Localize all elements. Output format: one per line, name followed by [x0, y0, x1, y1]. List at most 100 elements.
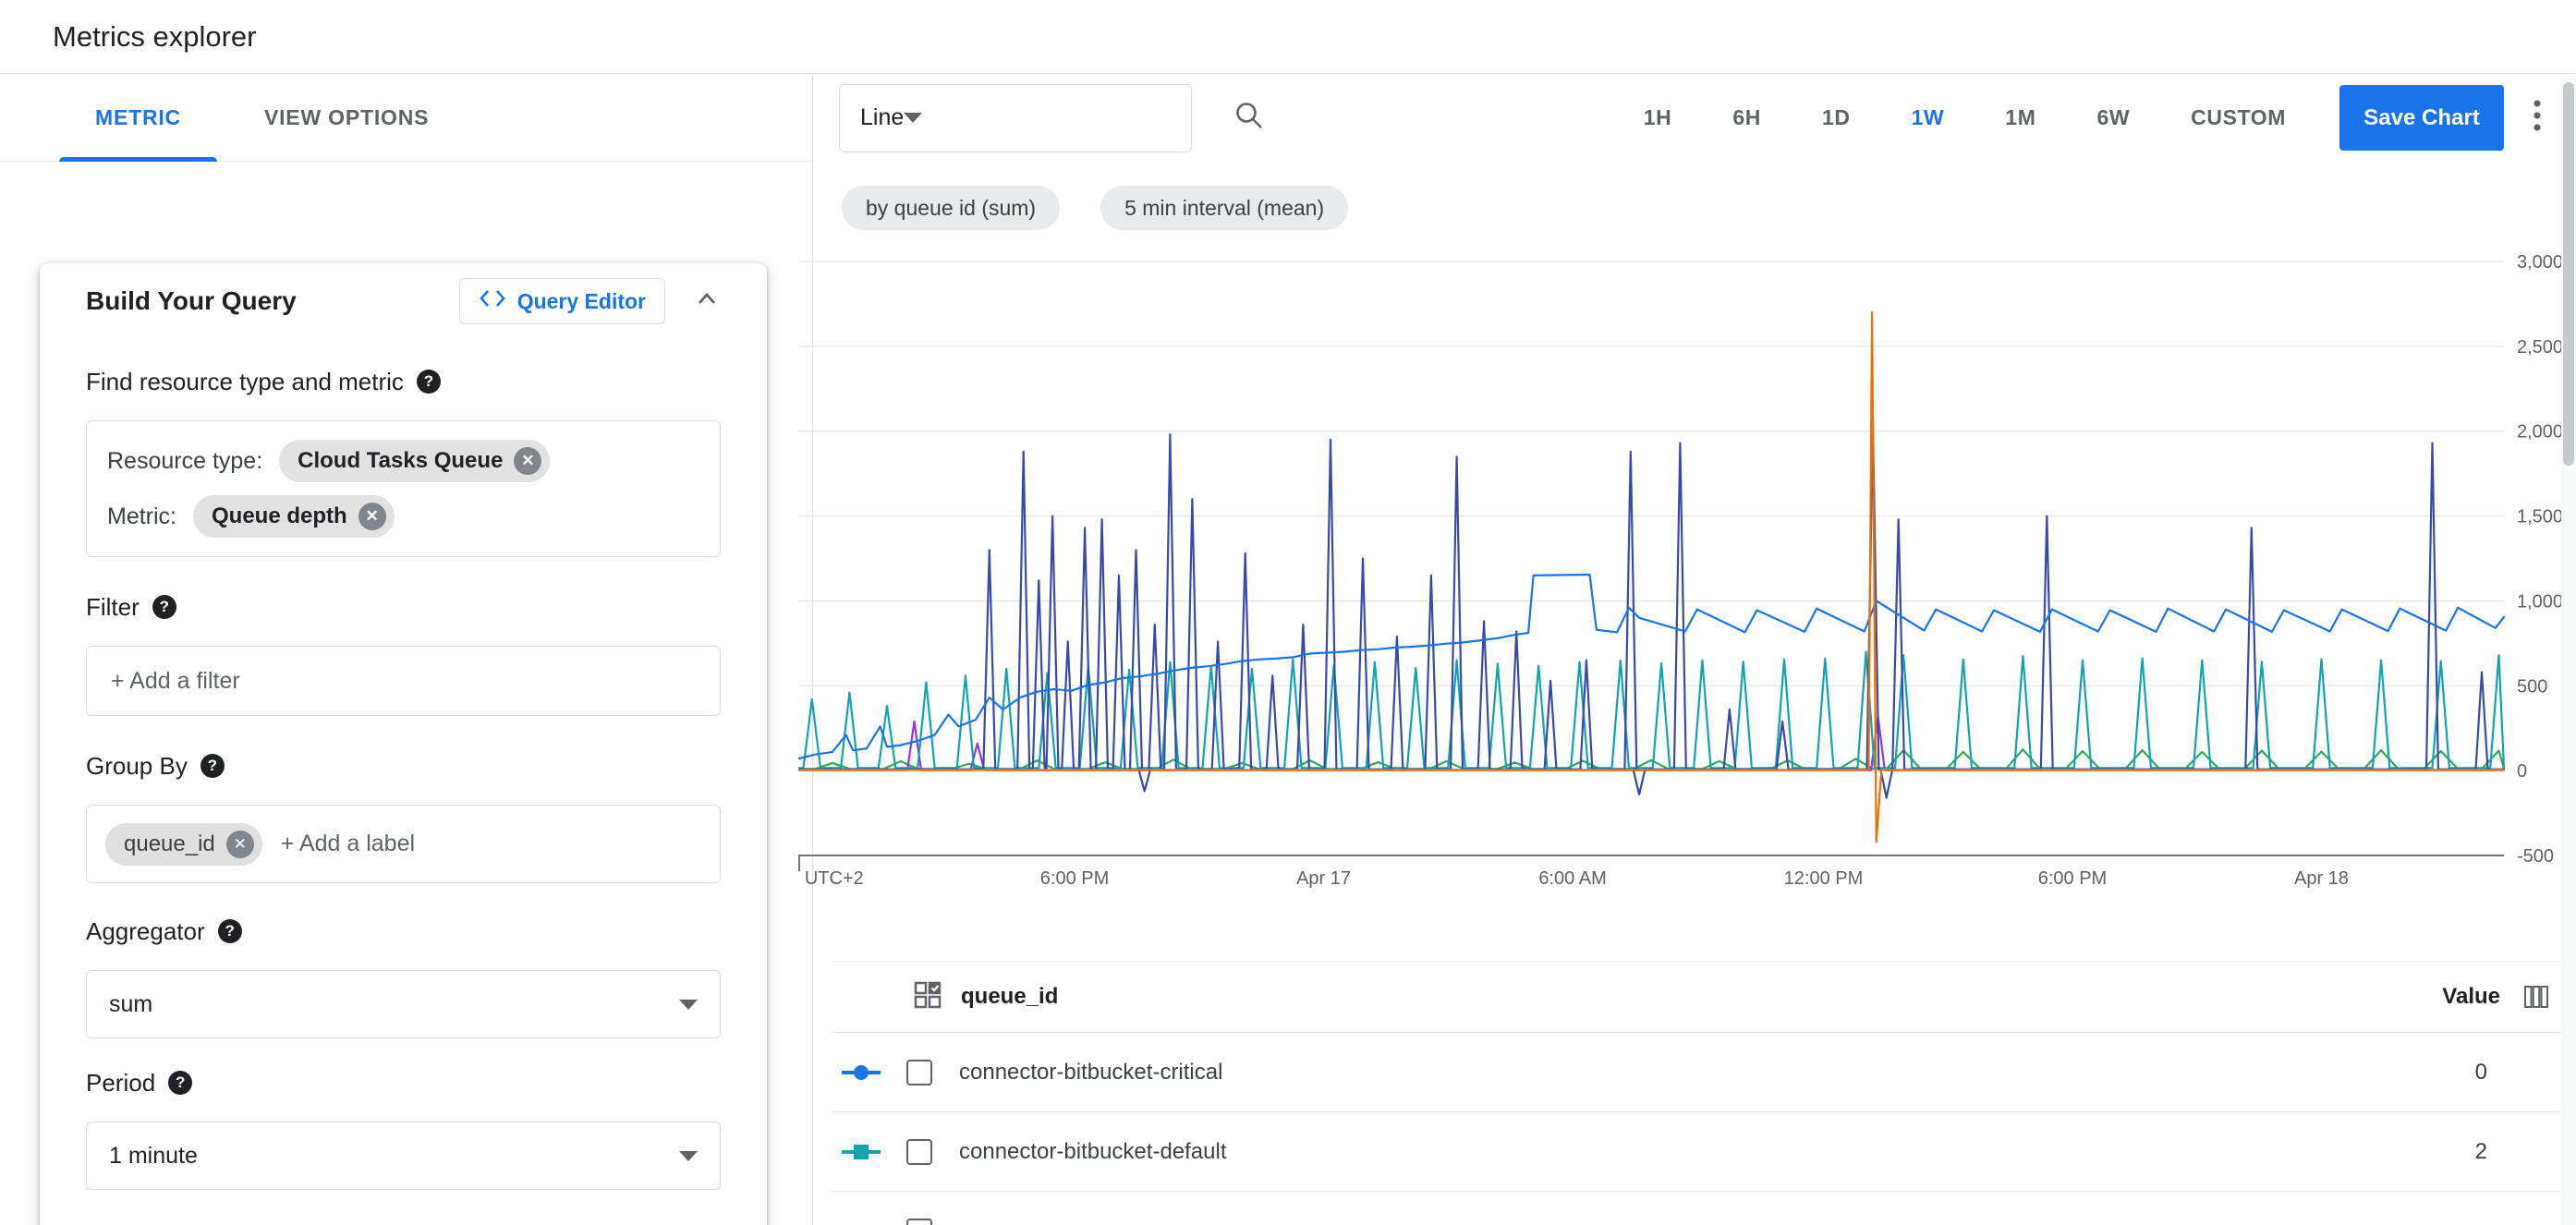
resource-metric-box[interactable]: Resource type: Cloud Tasks Queue ✕ Metri…: [86, 420, 721, 557]
help-icon[interactable]: ?: [152, 595, 176, 619]
search-icon: [1233, 99, 1266, 137]
group-by-chip[interactable]: queue_id ✕: [105, 823, 262, 866]
y-axis-tick-label: 2,500: [2517, 337, 2563, 358]
dropdown-arrow-icon: [679, 1151, 698, 1161]
period-value: 1 minute: [109, 1143, 198, 1170]
legend-name-header: queue_id: [961, 984, 1058, 1010]
tab-view-options[interactable]: VIEW OPTIONS: [223, 75, 470, 161]
x-axis-tick-label: 12:00 PM: [1784, 868, 1864, 889]
range-button-1d[interactable]: 1D: [1800, 86, 1873, 151]
collapse-card-button[interactable]: [693, 285, 721, 318]
series-checkbox[interactable]: [906, 1219, 932, 1225]
card-title: Build Your Query: [86, 286, 297, 316]
x-axis-tick-label: Apr 17: [1296, 868, 1351, 889]
chart-canvas: 3,0002,5002,0001,5001,0005000-500UTC+26:…: [798, 236, 2576, 910]
find-resource-label: Find resource type and metric: [86, 368, 404, 396]
group-by-label: Group By: [86, 752, 188, 781]
series-label: connector-bitbucket-default: [959, 1139, 1227, 1165]
y-axis-tick-label: 0: [2517, 761, 2527, 782]
column-settings-button[interactable]: [2522, 983, 2550, 1011]
period-label: Period: [86, 1069, 155, 1098]
aggregation-chip-0[interactable]: by queue id (sum): [842, 186, 1060, 230]
series-value: 2: [2475, 1139, 2487, 1165]
filter-input[interactable]: + Add a filter: [86, 646, 721, 716]
range-button-6w[interactable]: 6W: [2074, 86, 2152, 151]
x-axis-timezone-label: UTC+2: [805, 868, 864, 889]
app-header: Metrics explorer: [0, 0, 2576, 74]
search-button[interactable]: [1233, 99, 1266, 137]
dropdown-arrow-icon: [679, 1000, 698, 1010]
metric-label: Metric:: [107, 503, 176, 530]
chart-toolbar: Line 1H6H 1D1W1M6W CUSTOM Save Chart: [814, 75, 2561, 161]
legend-value-header: Value: [2442, 984, 2500, 1010]
chart-type-select[interactable]: Line: [839, 84, 1192, 152]
page-title: Metrics explorer: [53, 20, 257, 54]
legend-row[interactable]: connector-bitbucket-default 2: [832, 1112, 2561, 1192]
legend-row-partial[interactable]: [832, 1192, 2561, 1225]
scrollbar-thumb[interactable]: [2563, 82, 2574, 466]
page-scrollbar: [2561, 75, 2576, 1225]
query-editor-label: Query Editor: [517, 289, 646, 314]
series-marker-circle-icon: [841, 1061, 881, 1084]
x-axis-tick-label: 6:00 PM: [1040, 868, 1109, 889]
aggregator-select[interactable]: sum: [86, 970, 721, 1038]
series-checkbox[interactable]: [906, 1060, 932, 1086]
aggregation-chips: by queue id (sum) 5 min interval (mean): [842, 186, 1348, 230]
resource-type-label: Resource type:: [107, 448, 262, 475]
more-options-button[interactable]: [2532, 97, 2543, 139]
save-chart-button[interactable]: Save Chart: [2339, 85, 2504, 151]
aggregation-chip-1[interactable]: 5 min interval (mean): [1100, 186, 1348, 230]
timeseries-chart: 3,0002,5002,0001,5001,0005000-500UTC+26:…: [798, 236, 2576, 910]
tab-metric-label: METRIC: [95, 105, 181, 130]
aggregator-value: sum: [109, 991, 152, 1018]
range-button-6h[interactable]: 6H: [1710, 86, 1783, 151]
range-button-custom[interactable]: CUSTOM: [2169, 86, 2308, 151]
series-marker: [841, 1141, 881, 1163]
legend-row[interactable]: connector-bitbucket-critical0: [832, 1033, 2561, 1112]
series-marker-square-icon: [841, 1141, 881, 1163]
y-axis-tick-label: 1,500: [2517, 507, 2563, 528]
query-panel: METRIC VIEW OPTIONS Build Your Query Que…: [0, 75, 813, 1225]
select-all-series-icon[interactable]: [913, 980, 942, 1014]
series-label: connector-bitbucket-critical: [959, 1060, 1222, 1086]
remove-metric-icon[interactable]: ✕: [358, 503, 386, 530]
y-axis-tick-label: 1,000: [2517, 591, 2563, 612]
metric-chip-label: Queue depth: [212, 503, 347, 529]
columns-icon: [2522, 983, 2550, 1011]
time-range-buttons: 1H6H 1D1W1M6W CUSTOM: [1622, 86, 2308, 151]
x-axis-tick-label: 6:00 AM: [1538, 868, 1606, 889]
aggregator-label: Aggregator: [86, 917, 205, 946]
x-axis-tick-label: 6:00 PM: [2038, 868, 2107, 889]
code-icon: [479, 286, 506, 316]
series-checkbox[interactable]: [906, 1139, 932, 1165]
y-axis-tick-label: 500: [2517, 676, 2547, 697]
resource-type-chip[interactable]: Cloud Tasks Queue ✕: [279, 440, 550, 482]
help-icon[interactable]: ?: [168, 1071, 192, 1095]
query-editor-button[interactable]: Query Editor: [459, 278, 665, 324]
group-by-chip-label: queue_id: [124, 831, 215, 857]
y-axis-tick-label: 3,000: [2517, 252, 2563, 273]
add-label-input[interactable]: + Add a label: [281, 831, 415, 857]
metric-chip[interactable]: Queue depth ✕: [193, 495, 395, 538]
legend-rows: connector-bitbucket-critical0connector-b…: [832, 1033, 2561, 1225]
group-by-box[interactable]: queue_id ✕ + Add a label: [86, 805, 721, 883]
help-icon[interactable]: ?: [218, 919, 242, 943]
range-button-1h[interactable]: 1H: [1622, 86, 1695, 151]
range-button-1w[interactable]: 1W: [1889, 86, 1967, 151]
legend-header: queue_id Value: [832, 961, 2561, 1033]
period-select[interactable]: 1 minute: [86, 1122, 721, 1190]
filter-placeholder: + Add a filter: [111, 668, 240, 695]
tab-view-options-label: VIEW OPTIONS: [264, 105, 429, 130]
panel-tabs: METRIC VIEW OPTIONS: [0, 75, 812, 162]
tab-metric[interactable]: METRIC: [54, 75, 223, 161]
y-axis-tick-label: -500: [2517, 846, 2554, 867]
chevron-up-icon: [693, 285, 721, 318]
remove-resource-icon[interactable]: ✕: [514, 447, 541, 475]
remove-group-by-icon[interactable]: ✕: [226, 831, 254, 858]
help-icon[interactable]: ?: [200, 754, 225, 778]
help-icon[interactable]: ?: [417, 370, 441, 394]
chart-type-value: Line: [860, 104, 904, 131]
range-button-1m[interactable]: 1M: [1983, 86, 2058, 151]
filter-label: Filter: [86, 593, 140, 622]
x-axis-tick-label: Apr 18: [2294, 868, 2349, 889]
